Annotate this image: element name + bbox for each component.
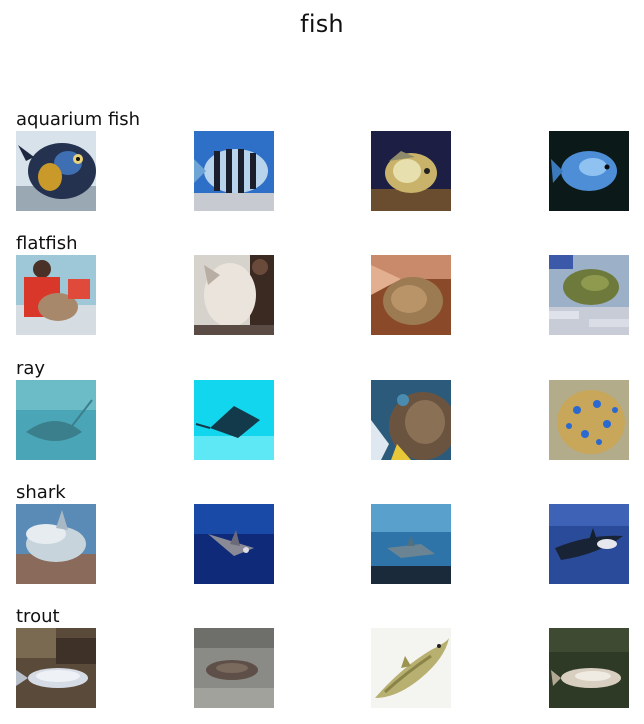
figure-title: fish	[300, 10, 344, 38]
thumbnail-image	[194, 255, 274, 335]
thumbnail-image	[194, 131, 274, 211]
row-label: flatfish	[16, 233, 78, 254]
thumbnail-image	[16, 628, 96, 708]
thumbnail-image	[371, 504, 451, 584]
row-label: trout	[16, 606, 60, 627]
thumbnail-image	[549, 628, 629, 708]
image-row-aquarium-fish: aquarium fish	[0, 109, 644, 221]
image-row-flatfish: flatfish	[0, 233, 644, 345]
row-label: shark	[16, 482, 66, 503]
row-label: ray	[16, 358, 46, 379]
thumbnail-image	[371, 628, 451, 708]
thumbnail-image	[549, 504, 629, 584]
thumbnail-image	[16, 504, 96, 584]
thumbnail-image	[549, 131, 629, 211]
image-row-trout: trout	[0, 606, 644, 718]
thumbnail-image	[371, 131, 451, 211]
image-row-shark: shark	[0, 482, 644, 594]
thumbnail-image	[16, 380, 96, 460]
row-label: aquarium fish	[16, 109, 141, 130]
image-row-ray: ray	[0, 358, 644, 470]
thumbnail-image	[549, 255, 629, 335]
thumbnail-image	[16, 131, 96, 211]
thumbnail-image	[194, 504, 274, 584]
thumbnail-image	[194, 628, 274, 708]
thumbnail-image	[194, 380, 274, 460]
thumbnail-image	[549, 380, 629, 460]
thumbnail-image	[371, 380, 451, 460]
thumbnail-image	[371, 255, 451, 335]
thumbnail-image	[16, 255, 96, 335]
